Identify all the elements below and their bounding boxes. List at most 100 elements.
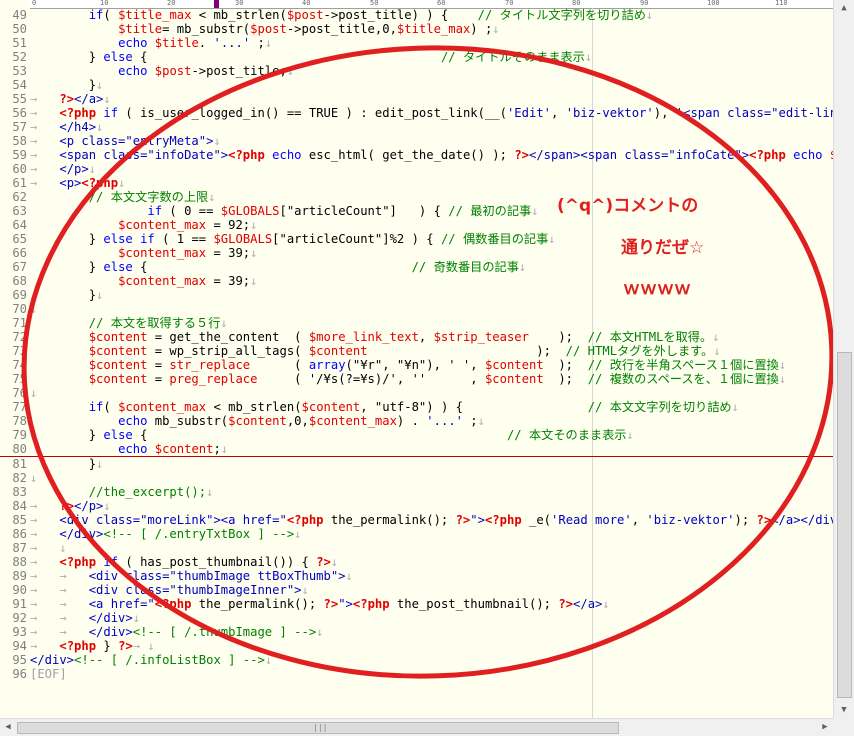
code-text[interactable]: $content_max = 39;↓ xyxy=(30,274,257,288)
code-line[interactable]: 92 → → </div>↓ xyxy=(0,611,834,625)
code-text[interactable]: → <?php if ( has_post_thumbnail()) { ?>↓ xyxy=(30,555,338,569)
code-line[interactable]: 70 ↓ xyxy=(0,302,834,316)
code-line[interactable]: 74 $content = str_replace ( array("¥r", … xyxy=(0,358,834,372)
code-line[interactable]: 81 }↓ xyxy=(0,457,834,471)
code-line[interactable]: 83 //the_excerpt();↓ xyxy=(0,485,834,499)
code-text[interactable]: $content = preg_replace ( '/¥s(?=¥s)/', … xyxy=(30,372,787,386)
code-text[interactable]: → → <div class="thumbImageInner">↓ xyxy=(30,583,309,597)
code-text[interactable]: //the_excerpt();↓ xyxy=(30,485,214,499)
code-text[interactable]: $title= mb_substr($post->post_title,0,$t… xyxy=(30,22,500,36)
code-text[interactable]: } else { // タイトルそのまま表示↓ xyxy=(30,50,592,64)
code-line[interactable]: 64 $content_max = 92;↓ xyxy=(0,218,834,232)
code-text[interactable]: → → </div><!-- [ /.thumbImage ] -->↓ xyxy=(30,625,324,639)
code-line[interactable]: 73 $content = wp_strip_all_tags( $conten… xyxy=(0,344,834,358)
code-text[interactable]: }↓ xyxy=(30,78,104,92)
code-text[interactable]: → </div><!-- [ /.entryTxtBox ] -->↓ xyxy=(30,527,302,541)
code-line[interactable]: 89 → → <div class="thumbImage ttBoxThumb"… xyxy=(0,569,834,583)
code-text[interactable]: → <p class="entryMeta">↓ xyxy=(30,134,221,148)
code-line[interactable]: 68 $content_max = 39;↓ xyxy=(0,274,834,288)
code-text[interactable]: → <span class="infoDate"><?php echo esc_… xyxy=(30,148,834,162)
code-line[interactable]: 69 }↓ xyxy=(0,288,834,302)
scroll-left-icon[interactable]: ◀ xyxy=(3,722,13,732)
code-text[interactable]: $content = get_the_content ( $more_link_… xyxy=(30,330,720,344)
code-text[interactable]: ↓ xyxy=(30,471,37,485)
code-line[interactable]: 67 } else { // 奇数番目の記事↓ xyxy=(0,260,834,274)
code-text[interactable]: // 本文文字数の上限↓ xyxy=(30,190,216,204)
code-text[interactable]: echo $post->post_title;↓ xyxy=(30,64,294,78)
code-line[interactable]: 77 if( $content_max < mb_strlen($content… xyxy=(0,400,834,414)
code-text[interactable]: $content_max = 39;↓ xyxy=(30,246,257,260)
code-text[interactable]: </div><!-- [ /.infoListBox ] -->↓ xyxy=(30,653,272,667)
code-line[interactable]: 52 } else { // タイトルそのまま表示↓ xyxy=(0,50,834,64)
code-text[interactable]: }↓ xyxy=(30,457,104,471)
code-text[interactable]: ↓ xyxy=(30,302,37,316)
code-line[interactable]: 54 }↓ xyxy=(0,78,834,92)
code-line[interactable]: 50 $title= mb_substr($post->post_title,0… xyxy=(0,22,834,36)
code-line[interactable]: 94 → <?php } ?>→ ↓ xyxy=(0,639,834,653)
code-text[interactable]: → </p>↓ xyxy=(30,162,96,176)
code-text[interactable]: $content_max = 92;↓ xyxy=(30,218,257,232)
code-line[interactable]: 59 → <span class="infoDate"><?php echo es… xyxy=(0,148,834,162)
code-text[interactable]: } else { // 奇数番目の記事↓ xyxy=(30,260,527,274)
vertical-scroll-thumb[interactable] xyxy=(837,352,852,698)
code-line[interactable]: 85 → <div class="moreLink"><a href="<?php… xyxy=(0,513,834,527)
code-text[interactable]: → → <a href="<?php the_permalink(); ?>">… xyxy=(30,597,610,611)
code-text[interactable]: → ?></a>↓ xyxy=(30,92,111,106)
code-line[interactable]: 75 $content = preg_replace ( '/¥s(?=¥s)/… xyxy=(0,372,834,386)
code-line[interactable]: 87 → ↓ xyxy=(0,541,834,555)
code-text[interactable]: // 本文を取得する５行↓ xyxy=(30,316,228,330)
code-text[interactable]: $content = str_replace ( array("¥r", "¥n… xyxy=(30,358,787,372)
code-text[interactable]: ↓ xyxy=(30,386,37,400)
code-line[interactable]: 66 $content_max = 39;↓ xyxy=(0,246,834,260)
code-line[interactable]: 71 // 本文を取得する５行↓ xyxy=(0,316,834,330)
code-text[interactable]: } else if ( 1 == $GLOBALS["articleCount"… xyxy=(30,232,556,246)
vertical-scrollbar[interactable]: ▲ ▼ xyxy=(833,0,854,718)
code-text[interactable]: [EOF] xyxy=(30,667,67,681)
code-text[interactable]: if( $content_max < mb_strlen($content, "… xyxy=(30,400,739,414)
code-text[interactable]: } else { // 本文そのまま表示↓ xyxy=(30,428,634,442)
code-text[interactable]: }↓ xyxy=(30,288,104,302)
code-line[interactable]: 65 } else if ( 1 == $GLOBALS["articleCou… xyxy=(0,232,834,246)
code-line[interactable]: 53 echo $post->post_title;↓ xyxy=(0,64,834,78)
code-text[interactable]: echo $title. '...' ;↓ xyxy=(30,36,272,50)
code-text[interactable]: → <?php } ?>→ ↓ xyxy=(30,639,155,653)
horizontal-scrollbar[interactable]: ◀ ||| ▶ xyxy=(0,718,834,736)
code-line[interactable]: 86 → </div><!-- [ /.entryTxtBox ] -->↓ xyxy=(0,527,834,541)
code-text[interactable]: → → <div class="thumbImage ttBoxThumb">↓ xyxy=(30,569,353,583)
scroll-down-icon[interactable]: ▼ xyxy=(839,705,849,715)
code-line[interactable]: 95 </div><!-- [ /.infoListBox ] -->↓ xyxy=(0,653,834,667)
code-line[interactable]: 72 $content = get_the_content ( $more_li… xyxy=(0,330,834,344)
code-line[interactable]: 79 } else { // 本文そのまま表示↓ xyxy=(0,428,834,442)
code-text[interactable]: if( $title_max < mb_strlen($post->post_t… xyxy=(30,8,654,22)
code-text[interactable]: echo mb_substr($content,0,$content_max) … xyxy=(30,414,485,428)
code-text[interactable]: → <?php if ( is_user_logged_in() == TRUE… xyxy=(30,106,834,120)
code-line[interactable]: 90 → → <div class="thumbImageInner">↓ xyxy=(0,583,834,597)
code-line[interactable]: 61 → <p><?php↓ xyxy=(0,176,834,190)
code-text[interactable]: → → </div>↓ xyxy=(30,611,140,625)
code-text[interactable]: → </h4>↓ xyxy=(30,120,103,134)
code-text[interactable]: → ?></p>↓ xyxy=(30,499,111,513)
code-text[interactable]: if ( 0 == $GLOBALS["articleCount"] ) { /… xyxy=(30,204,538,218)
code-lines[interactable]: 49 if( $title_max < mb_strlen($post->pos… xyxy=(0,8,834,681)
code-line[interactable]: 96 [EOF] xyxy=(0,667,834,681)
code-line-current[interactable]: 80 echo $content;↓ xyxy=(0,442,834,457)
code-text[interactable]: → ↓ xyxy=(30,541,67,555)
code-line[interactable]: 76 ↓ xyxy=(0,386,834,400)
code-line[interactable]: 60 → </p>↓ xyxy=(0,162,834,176)
code-line[interactable]: 49 if( $title_max < mb_strlen($post->pos… xyxy=(0,8,834,22)
code-line[interactable]: 78 echo mb_substr($content,0,$content_ma… xyxy=(0,414,834,428)
code-text[interactable]: echo $content;↓ xyxy=(30,442,228,456)
code-line[interactable]: 57 → </h4>↓ xyxy=(0,120,834,134)
code-line[interactable]: 93 → → </div><!-- [ /.thumbImage ] -->↓ xyxy=(0,625,834,639)
code-line[interactable]: 55 → ?></a>↓ xyxy=(0,92,834,106)
code-line[interactable]: 58 → <p class="entryMeta">↓ xyxy=(0,134,834,148)
code-text[interactable]: → <p><?php↓ xyxy=(30,176,125,190)
code-line[interactable]: 63 if ( 0 == $GLOBALS["articleCount"] ) … xyxy=(0,204,834,218)
code-line[interactable]: 84 → ?></p>↓ xyxy=(0,499,834,513)
code-line[interactable]: 51 echo $title. '...' ;↓ xyxy=(0,36,834,50)
code-line[interactable]: 56 → <?php if ( is_user_logged_in() == TR… xyxy=(0,106,834,120)
scroll-right-icon[interactable]: ▶ xyxy=(820,722,830,732)
code-line[interactable]: 62 // 本文文字数の上限↓ xyxy=(0,190,834,204)
code-text[interactable]: $content = wp_strip_all_tags( $content )… xyxy=(30,344,721,358)
scroll-up-icon[interactable]: ▲ xyxy=(839,3,849,13)
